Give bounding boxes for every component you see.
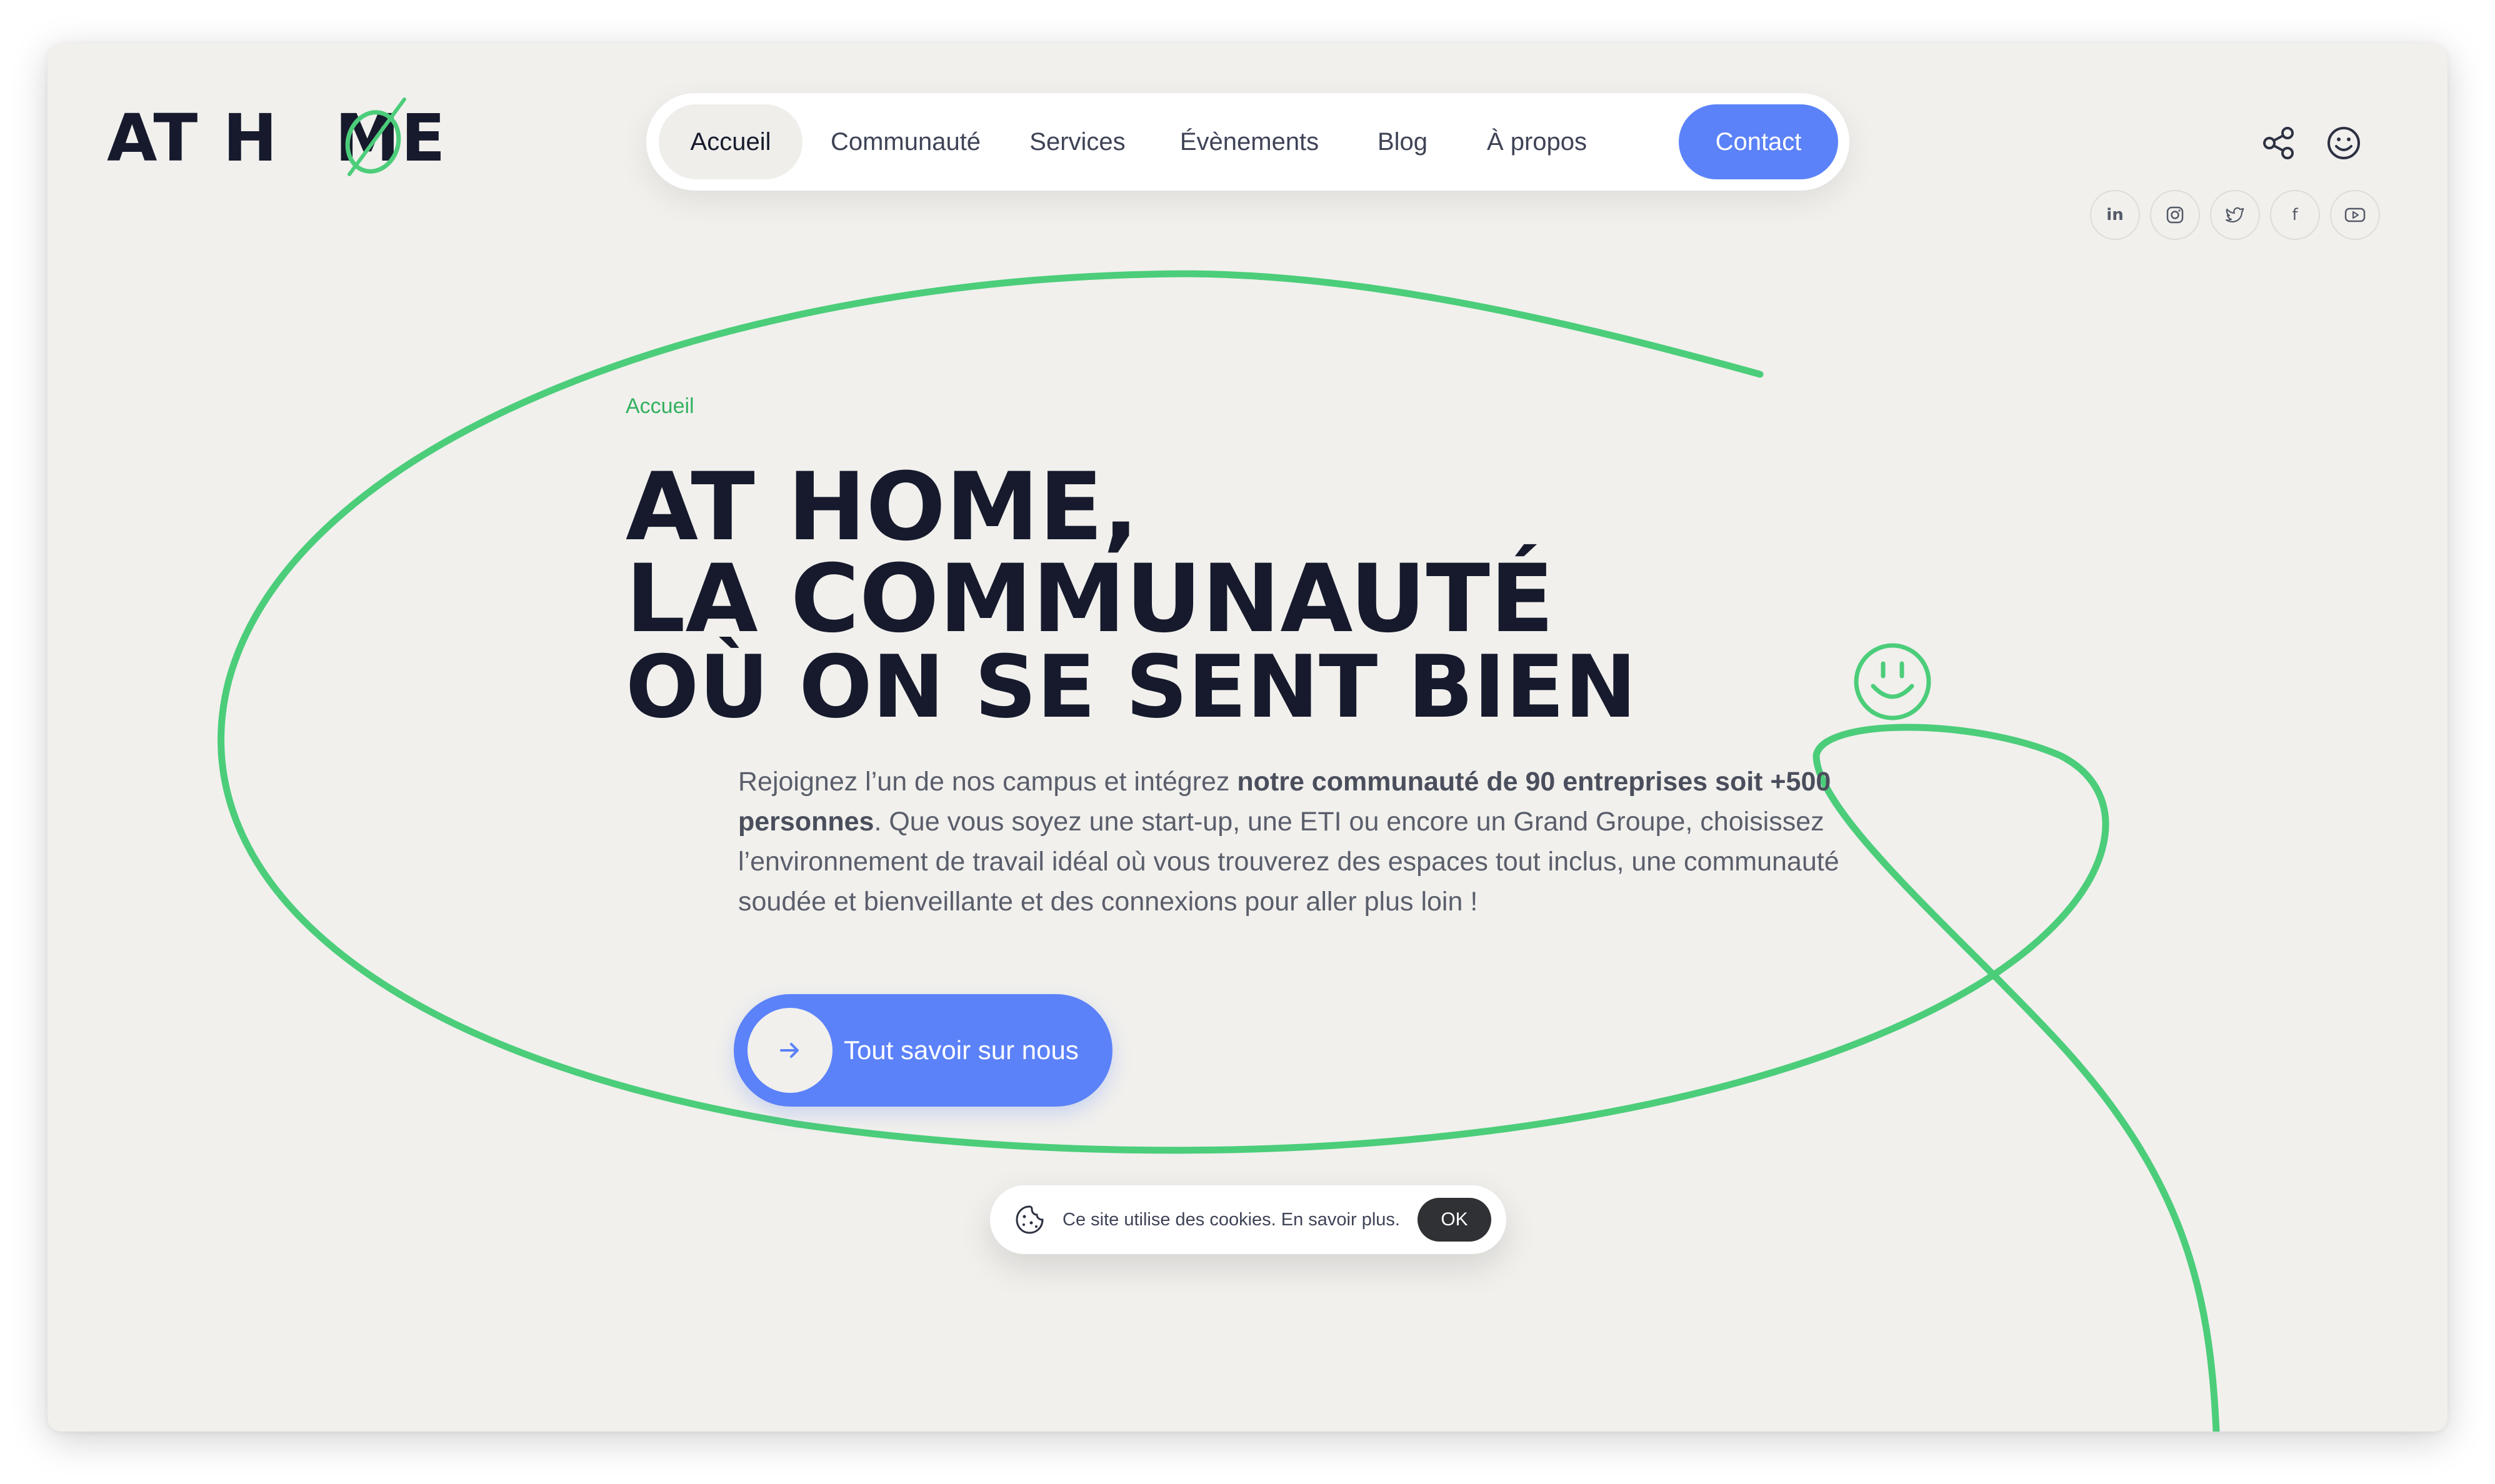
twitter-icon: [2225, 207, 2244, 222]
learn-more-button[interactable]: Tout savoir sur nous: [734, 994, 1112, 1107]
breadcrumb[interactable]: Accueil: [626, 394, 694, 419]
arrow-right-icon: [748, 1008, 832, 1093]
youtube-icon: [2344, 207, 2366, 222]
instagram-icon: [2166, 206, 2184, 224]
smiley-icon[interactable]: [2325, 124, 2362, 162]
cookie-text[interactable]: Ce site utilise des cookies. En savoir p…: [1062, 1185, 1400, 1254]
twitter-button[interactable]: [2210, 190, 2260, 240]
share-icon[interactable]: [2260, 124, 2298, 162]
linkedin-button[interactable]: in: [2090, 190, 2140, 240]
logo-text-o: O: [279, 100, 335, 176]
nav-item-blog[interactable]: Blog: [1352, 104, 1452, 179]
hero-title-line-2: LA COMMUNAUTÉ: [626, 545, 1554, 654]
facebook-button[interactable]: f: [2270, 190, 2320, 240]
facebook-icon: f: [2292, 206, 2298, 224]
browser-page: AT HOME Accueil Communauté Services Évèn…: [48, 43, 2448, 1432]
nav-item-a-propos[interactable]: À propos: [1465, 104, 1609, 179]
hero-description: Rejoignez l’un de nos campus et intégrez…: [738, 762, 1863, 922]
learn-more-label: Tout savoir sur nous: [844, 1035, 1079, 1065]
hero-description-part1: Rejoignez l’un de nos campus et intégrez: [738, 767, 1238, 797]
youtube-button[interactable]: [2330, 190, 2380, 240]
logo-text-left: AT H: [107, 100, 279, 176]
nav-item-accueil[interactable]: Accueil: [659, 104, 802, 179]
hero-smiley-icon: [1854, 643, 1931, 720]
logo[interactable]: AT HOME: [107, 97, 457, 199]
hero-title-line-1: AT HOME,: [626, 453, 1139, 562]
instagram-button[interactable]: [2150, 190, 2200, 240]
nav-item-communaute[interactable]: Communauté: [815, 104, 996, 179]
hero-description-part2: . Que vous soyez une start-up, une ETI o…: [738, 807, 1839, 917]
main-nav: Accueil Communauté Services Évènements B…: [646, 93, 1849, 191]
contact-button[interactable]: Contact: [1679, 104, 1838, 179]
cookie-ok-button[interactable]: OK: [1418, 1198, 1491, 1242]
nav-item-evenements[interactable]: Évènements: [1159, 104, 1340, 179]
cookie-banner: Ce site utilise des cookies. En savoir p…: [990, 1185, 1506, 1254]
logo-o-mark: [345, 97, 406, 176]
linkedin-icon: in: [2106, 206, 2124, 224]
hero-title-line-3: OÙ ON SE SENT BIEN: [626, 637, 1637, 737]
nav-item-services[interactable]: Services: [1009, 104, 1146, 179]
cookie-icon: [1016, 1205, 1044, 1234]
